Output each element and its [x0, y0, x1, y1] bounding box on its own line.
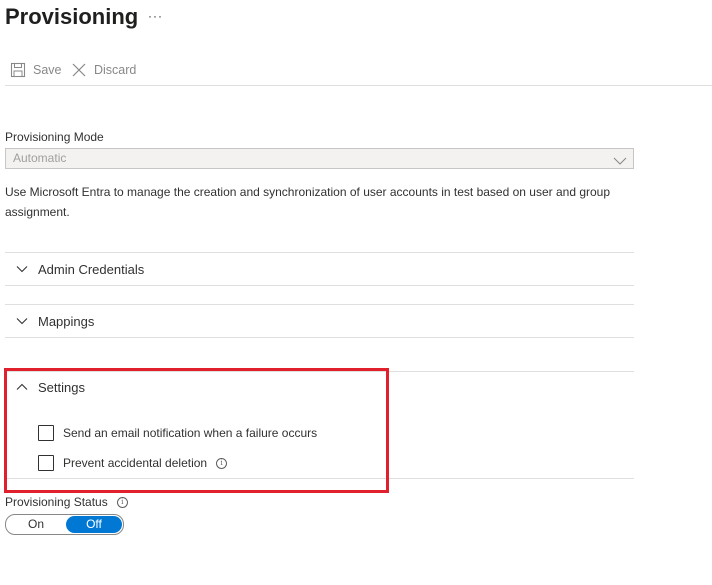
section-mappings[interactable]: Mappings: [5, 305, 633, 337]
toolbar-divider: [5, 85, 712, 86]
provisioning-mode-description: Use Microsoft Entra to manage the creati…: [5, 185, 611, 219]
provisioning-status-toggle[interactable]: On Off: [5, 514, 124, 535]
save-label: Save: [33, 63, 62, 77]
discard-button[interactable]: Discard: [71, 60, 136, 80]
chevron-down-icon: [16, 317, 30, 325]
chevron-down-icon: [613, 153, 627, 171]
section-admin-credentials[interactable]: Admin Credentials: [5, 253, 633, 285]
provisioning-mode-label: Provisioning Mode: [5, 130, 104, 144]
toggle-off-option[interactable]: Off: [66, 516, 122, 533]
toggle-on-option[interactable]: On: [6, 515, 66, 534]
page-title: Provisioning: [5, 4, 139, 29]
discard-label: Discard: [94, 63, 137, 77]
section-mappings-title: Mappings: [38, 313, 95, 329]
section-divider: [5, 285, 634, 286]
save-icon: [10, 62, 26, 78]
settings-highlight-box: [4, 368, 389, 493]
provisioning-mode-dropdown[interactable]: Automatic: [5, 148, 634, 169]
section-admin-credentials-title: Admin Credentials: [38, 261, 145, 277]
info-icon[interactable]: i: [116, 496, 128, 508]
section-divider: [5, 337, 634, 338]
save-button[interactable]: Save: [10, 60, 62, 80]
more-options-button[interactable]: ···: [148, 9, 163, 23]
provisioning-mode-value: Automatic: [13, 151, 67, 165]
close-icon: [71, 62, 87, 78]
chevron-down-icon: [16, 265, 30, 273]
provisioning-status-label-row: Provisioning Status i: [5, 495, 128, 509]
provisioning-status-label: Provisioning Status: [5, 495, 108, 509]
